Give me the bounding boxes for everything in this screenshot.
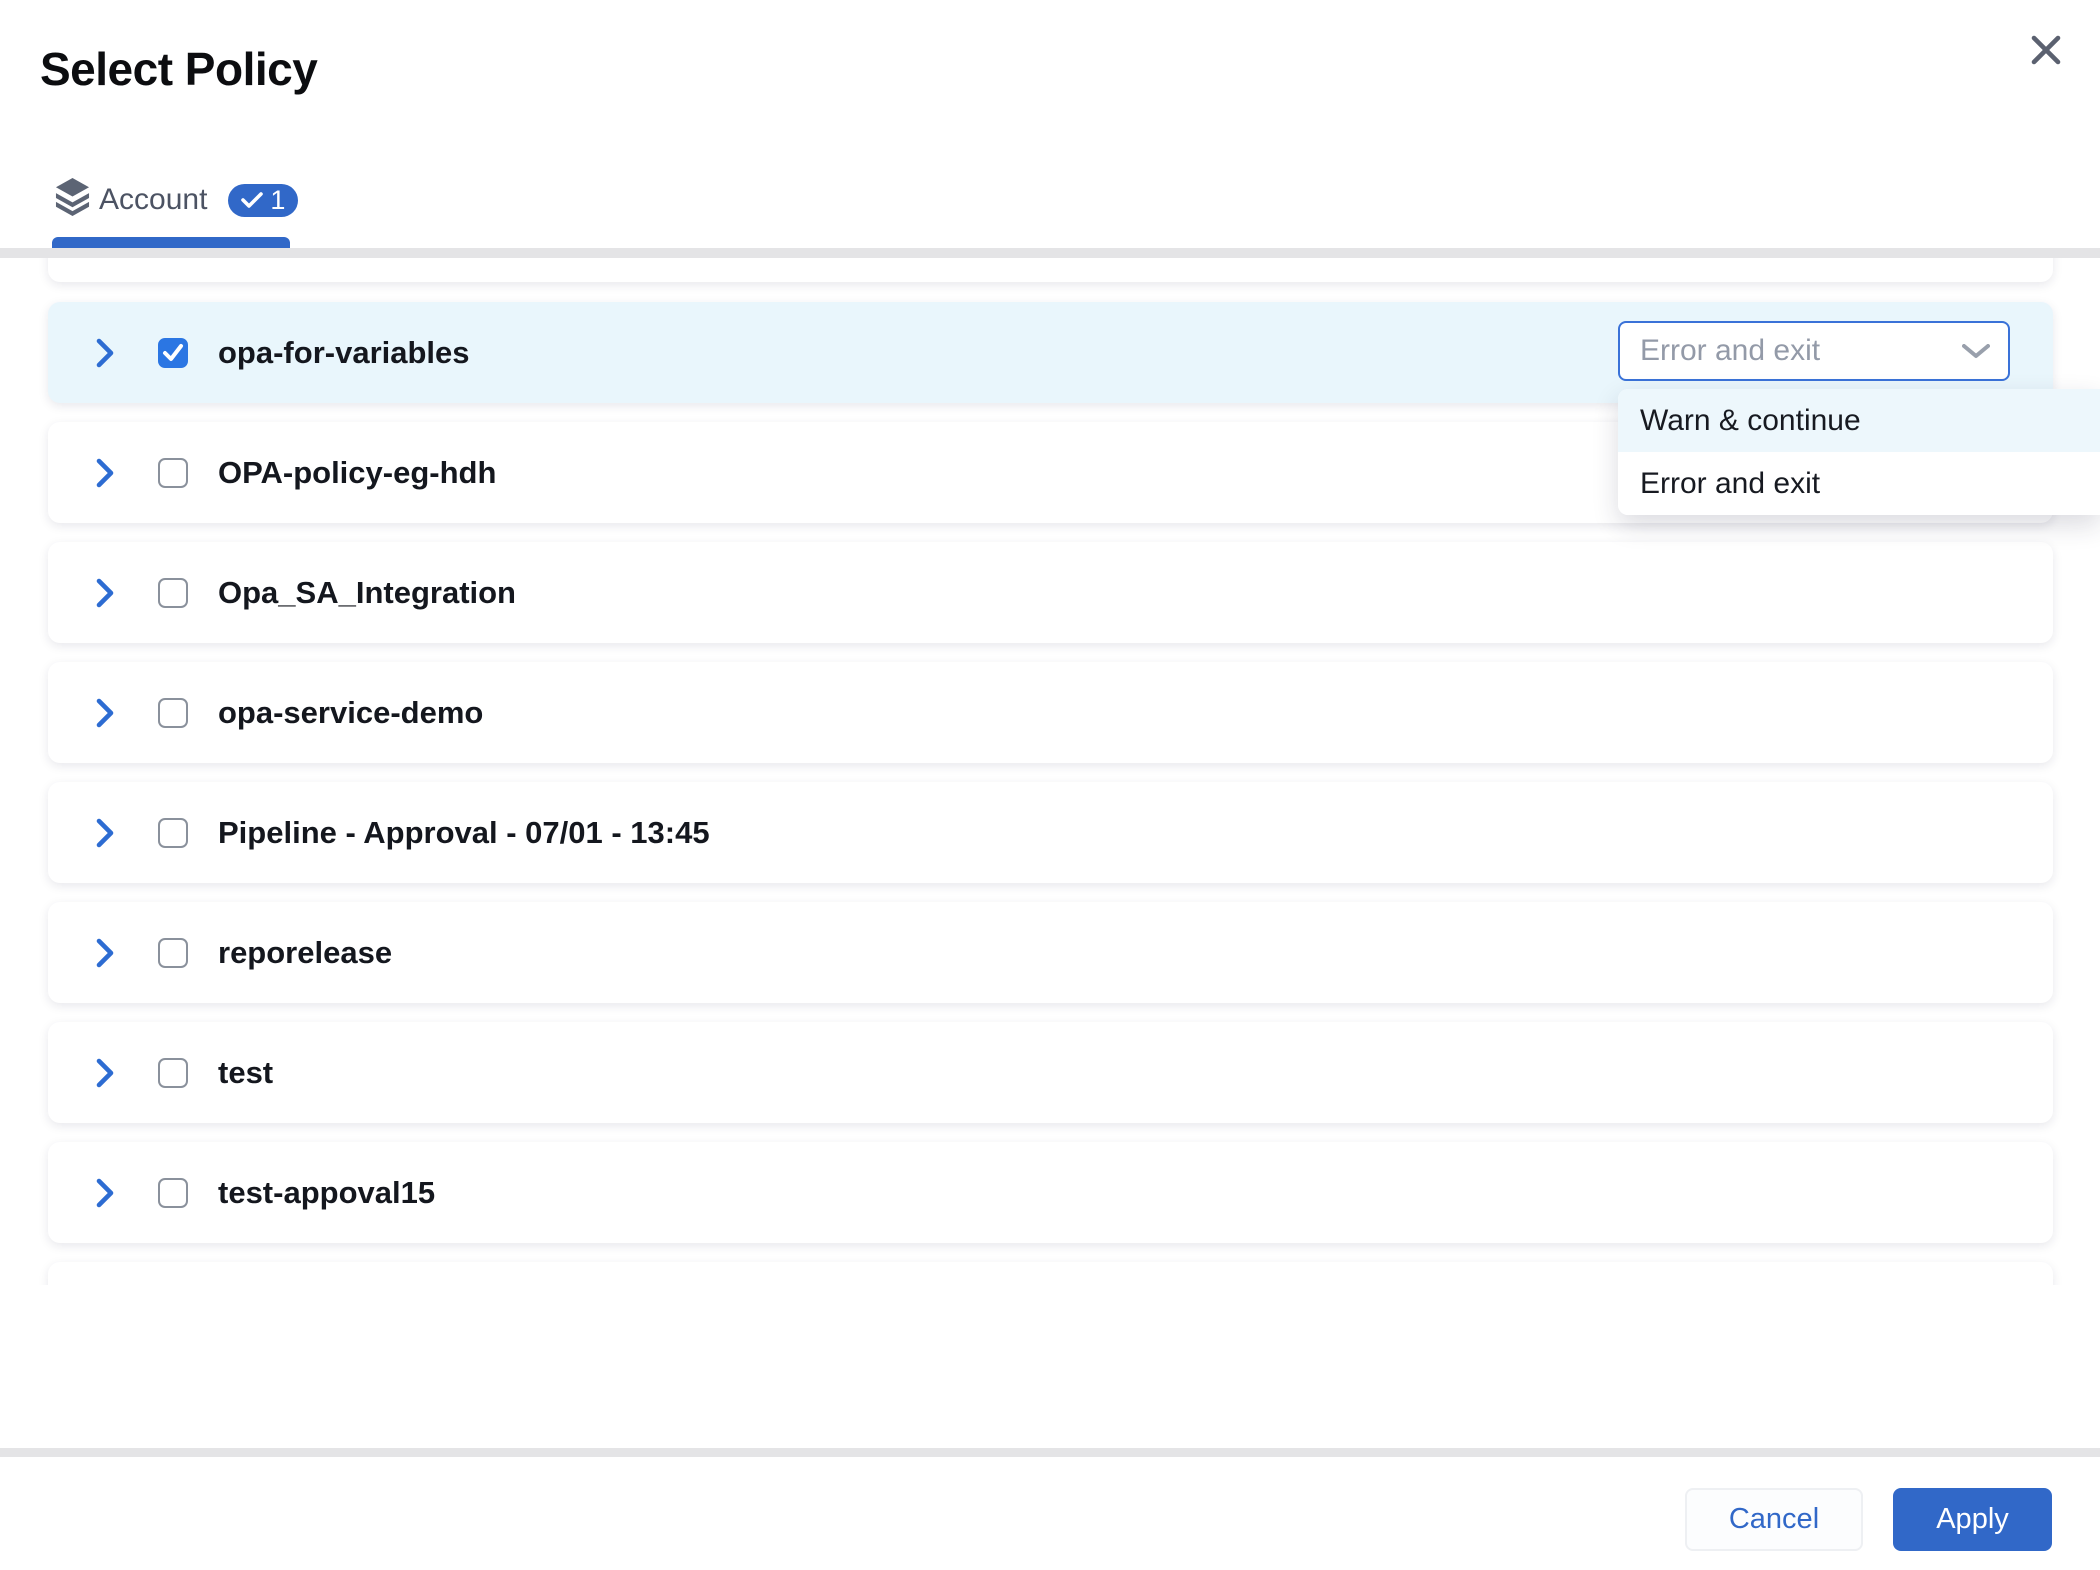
page-title: Select Policy xyxy=(40,42,317,96)
policy-checkbox[interactable] xyxy=(158,1058,188,1088)
policy-label: test-appoval15 xyxy=(218,1175,435,1211)
policy-row[interactable]: test-appoval15 xyxy=(48,1142,2053,1243)
tabs-divider xyxy=(0,248,2100,258)
menu-option-error-exit[interactable]: Error and exit xyxy=(1618,452,2100,515)
policy-checkbox[interactable] xyxy=(158,338,188,368)
selected-count-badge: 1 xyxy=(228,184,298,217)
policy-action-select[interactable]: Error and exit xyxy=(1618,321,2010,381)
policy-label: test xyxy=(218,1055,273,1091)
tab-account[interactable]: Account 1 xyxy=(55,181,298,219)
menu-option-warn-continue[interactable]: Warn & continue xyxy=(1618,389,2100,452)
policy-label: Opa_SA_Integration xyxy=(218,575,516,611)
policy-action-value: Error and exit xyxy=(1640,334,1820,368)
policy-row[interactable]: test xyxy=(48,1022,2053,1123)
expand-chevron-icon[interactable] xyxy=(95,1178,115,1208)
policy-label: opa-for-variables xyxy=(218,335,470,371)
apply-button[interactable]: Apply xyxy=(1893,1488,2052,1551)
footer-divider xyxy=(0,1448,2100,1457)
expand-chevron-icon[interactable] xyxy=(95,818,115,848)
close-button[interactable] xyxy=(2018,22,2074,78)
policy-checkbox[interactable] xyxy=(158,1178,188,1208)
policy-row[interactable]: Opa_SA_Integration xyxy=(48,542,2053,643)
check-icon xyxy=(241,191,263,209)
layers-icon xyxy=(55,177,90,223)
select-policy-modal: Select Policy Account 1 xyxy=(0,0,2100,1570)
selected-count: 1 xyxy=(270,185,285,216)
expand-chevron-icon[interactable] xyxy=(95,698,115,728)
expand-chevron-icon[interactable] xyxy=(95,938,115,968)
expand-chevron-icon[interactable] xyxy=(95,578,115,608)
policy-label: reporelease xyxy=(218,935,392,971)
active-tab-indicator xyxy=(52,237,290,248)
expand-chevron-icon[interactable] xyxy=(95,458,115,488)
expand-chevron-icon[interactable] xyxy=(95,338,115,368)
cancel-button[interactable]: Cancel xyxy=(1685,1488,1863,1551)
policy-list: opa-for-variables OPA-policy-eg-hdh Opa_… xyxy=(0,258,2100,1285)
policy-label: Pipeline - Approval - 07/01 - 13:45 xyxy=(218,815,710,851)
policy-action-menu: Warn & continue Error and exit xyxy=(1618,389,2100,515)
tab-account-label: Account xyxy=(99,183,207,217)
expand-chevron-icon[interactable] xyxy=(95,1058,115,1088)
policy-row[interactable]: opa-service-demo xyxy=(48,662,2053,763)
policy-checkbox[interactable] xyxy=(158,578,188,608)
close-icon xyxy=(2029,33,2063,67)
policy-label: OPA-policy-eg-hdh xyxy=(218,455,496,491)
policy-checkbox[interactable] xyxy=(158,938,188,968)
policy-row[interactable]: reporelease xyxy=(48,902,2053,1003)
policy-row[interactable]: Pipeline - Approval - 07/01 - 13:45 xyxy=(48,782,2053,883)
chevron-down-icon xyxy=(1962,344,1990,359)
policy-row-partial-top[interactable] xyxy=(48,258,2053,282)
policy-checkbox[interactable] xyxy=(158,698,188,728)
policy-label: opa-service-demo xyxy=(218,695,483,731)
policy-row-partial-bottom[interactable] xyxy=(48,1262,2053,1285)
policy-checkbox[interactable] xyxy=(158,458,188,488)
policy-checkbox[interactable] xyxy=(158,818,188,848)
